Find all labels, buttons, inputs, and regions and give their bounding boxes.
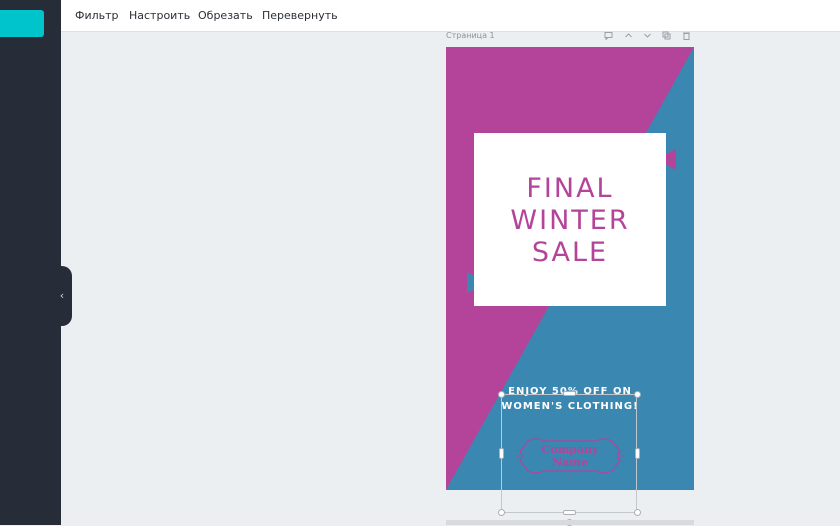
image-toolbar: Фильтр Настроить Обрезать Перевернуть xyxy=(61,0,840,32)
headline-line: WINTER xyxy=(510,205,630,236)
selection-frame[interactable] xyxy=(501,394,637,513)
page-label: Страница 1 xyxy=(446,31,495,40)
chevron-up-icon[interactable] xyxy=(624,31,633,42)
sidebar-active-tab[interactable] xyxy=(0,10,44,37)
notes-icon[interactable] xyxy=(604,31,613,42)
resize-handle-left[interactable] xyxy=(499,448,504,459)
headline-line: SALE xyxy=(531,237,609,268)
next-page-strip xyxy=(446,520,694,525)
resize-handle-top[interactable] xyxy=(563,391,576,396)
chevron-down-icon[interactable] xyxy=(643,31,652,42)
trash-icon[interactable] xyxy=(682,31,691,42)
resize-handle-bottom-left[interactable] xyxy=(498,509,505,516)
copy-icon[interactable] xyxy=(662,31,671,42)
collapse-sidebar-button[interactable]: ‹ xyxy=(52,266,72,326)
flip-button[interactable]: Перевернуть xyxy=(262,0,338,31)
resize-handle-bottom-right[interactable] xyxy=(634,509,641,516)
resize-handle-bottom[interactable] xyxy=(563,510,576,515)
adjust-button[interactable]: Настроить xyxy=(129,0,190,31)
crop-button[interactable]: Обрезать xyxy=(198,0,253,31)
resize-handle-right[interactable] xyxy=(635,448,640,459)
resize-handle-top-right[interactable] xyxy=(634,391,641,398)
left-sidebar xyxy=(0,0,61,525)
filter-button[interactable]: Фильтр xyxy=(75,0,119,31)
chevron-left-icon: ‹ xyxy=(59,289,65,302)
headline-box[interactable]: FINAL WINTER SALE xyxy=(474,133,666,306)
headline-line: FINAL xyxy=(526,173,614,204)
headline-text[interactable]: FINAL WINTER SALE xyxy=(474,173,666,269)
resize-handle-top-left[interactable] xyxy=(498,391,505,398)
